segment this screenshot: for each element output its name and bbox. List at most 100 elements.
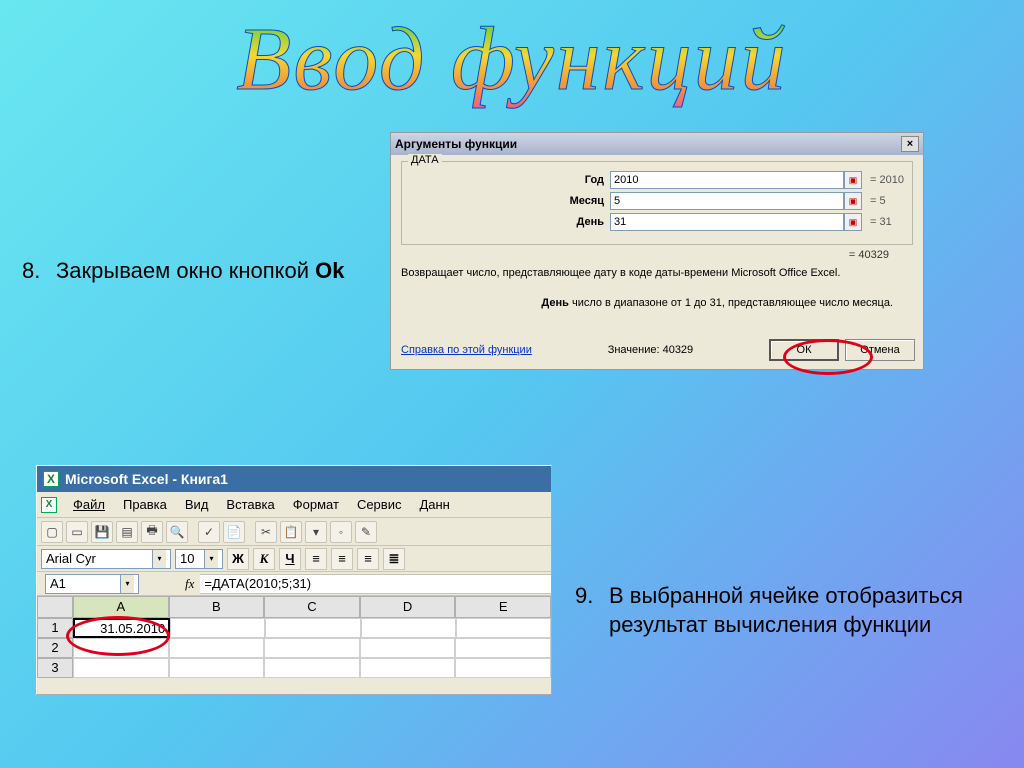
font-name-combo[interactable]: Arial Cyr▾ xyxy=(41,549,171,569)
month-result: = 5 xyxy=(870,195,886,207)
cell-e3[interactable] xyxy=(455,658,551,678)
menu-insert[interactable]: Вставка xyxy=(218,495,282,514)
close-icon[interactable]: × xyxy=(901,136,919,152)
arg-description: День число в диапазоне от 1 до 31, предс… xyxy=(401,297,913,309)
open-icon[interactable]: ▭ xyxy=(66,521,88,543)
excel-icon: X xyxy=(43,471,59,487)
align-right-icon[interactable]: ≡ xyxy=(357,548,379,570)
col-header-c[interactable]: C xyxy=(264,596,360,618)
excel-window: X Microsoft Excel - Книга1 X Файл Правка… xyxy=(36,465,552,695)
slide-title: Ввод функций xyxy=(0,0,1024,111)
excel-titlebar: X Microsoft Excel - Книга1 xyxy=(37,466,551,492)
bold-button[interactable]: Ж xyxy=(227,548,249,570)
format-toolbar: Arial Cyr▾ 10▾ Ж К Ч ≡ ≡ ≡ ≣ xyxy=(37,546,551,572)
month-input[interactable] xyxy=(610,192,844,210)
chevron-down-icon[interactable]: ▾ xyxy=(120,575,134,593)
paste-icon[interactable]: ▾ xyxy=(305,521,327,543)
cell-a2[interactable] xyxy=(73,638,169,658)
args-fieldset: ДАТА Год ▣ = 2010 Месяц ▣ = 5 День ▣ = 3… xyxy=(401,161,913,245)
bullet-9-num: 9. xyxy=(575,582,603,639)
merge-icon[interactable]: ≣ xyxy=(383,548,405,570)
cell-d2[interactable] xyxy=(360,638,456,658)
menu-edit[interactable]: Правка xyxy=(115,495,175,514)
function-description: Возвращает число, представляющее дату в … xyxy=(401,267,913,279)
bullet-8-num: 8. xyxy=(22,258,50,284)
dialog-title: Аргументы функции xyxy=(395,137,517,151)
preview-icon[interactable]: 🔍 xyxy=(166,521,188,543)
day-input[interactable] xyxy=(610,213,844,231)
row-header-2[interactable]: 2 xyxy=(37,638,73,658)
day-result: = 31 xyxy=(870,216,892,228)
workbook-icon: X xyxy=(41,497,57,513)
fx-icon[interactable]: fx xyxy=(185,576,194,592)
standard-toolbar: ▢ ▭ 💾 ▤ 🖶 🔍 ✓ 📄 ✂ 📋 ▾ ◦ ✎ xyxy=(37,518,551,546)
col-header-e[interactable]: E xyxy=(455,596,551,618)
menu-data[interactable]: Данн xyxy=(411,495,457,514)
cell-d3[interactable] xyxy=(360,658,456,678)
value-label: Значение: 40329 xyxy=(608,344,693,356)
range-picker-icon[interactable]: ▣ xyxy=(844,171,862,189)
align-left-icon[interactable]: ≡ xyxy=(305,548,327,570)
cell-b3[interactable] xyxy=(169,658,265,678)
fieldset-legend: ДАТА xyxy=(408,154,442,166)
cell-a1[interactable]: 31.05.2010 xyxy=(73,618,170,638)
day-label: День xyxy=(410,216,610,228)
bullet-8: 8. Закрываем окно кнопкой Ok xyxy=(22,258,345,284)
research-icon[interactable]: 📄 xyxy=(223,521,245,543)
range-picker-icon[interactable]: ▣ xyxy=(844,213,862,231)
chevron-down-icon[interactable]: ▾ xyxy=(204,550,218,568)
select-all-corner[interactable] xyxy=(37,596,73,618)
menu-view[interactable]: Вид xyxy=(177,495,217,514)
cell-d1[interactable] xyxy=(361,618,456,638)
menu-format[interactable]: Формат xyxy=(285,495,347,514)
chevron-down-icon[interactable]: ▾ xyxy=(152,550,166,568)
function-arguments-dialog: Аргументы функции × ДАТА Год ▣ = 2010 Ме… xyxy=(390,132,924,370)
row-header-1[interactable]: 1 xyxy=(37,618,73,638)
cell-e2[interactable] xyxy=(455,638,551,658)
undo-icon[interactable]: ✎ xyxy=(355,521,377,543)
formula-input[interactable]: =ДАТА(2010;5;31) xyxy=(200,574,551,594)
spreadsheet-grid: A B C D E 1 31.05.2010 2 3 xyxy=(37,596,551,678)
cell-c2[interactable] xyxy=(264,638,360,658)
cell-c3[interactable] xyxy=(264,658,360,678)
print-icon[interactable]: 🖶 xyxy=(141,521,163,543)
year-input[interactable] xyxy=(610,171,844,189)
cell-a3[interactable] xyxy=(73,658,169,678)
month-label: Месяц xyxy=(410,195,610,207)
col-header-a[interactable]: A xyxy=(73,596,169,618)
new-icon[interactable]: ▢ xyxy=(41,521,63,543)
spellcheck-icon[interactable]: ✓ xyxy=(198,521,220,543)
align-center-icon[interactable]: ≡ xyxy=(331,548,353,570)
underline-button[interactable]: Ч xyxy=(279,548,301,570)
col-header-d[interactable]: D xyxy=(360,596,456,618)
row-header-3[interactable]: 3 xyxy=(37,658,73,678)
excel-title: Microsoft Excel - Книга1 xyxy=(65,471,228,487)
name-box[interactable]: A1▾ xyxy=(45,574,139,594)
formatpainter-icon[interactable]: ◦ xyxy=(330,521,352,543)
formula-bar: A1▾ fx =ДАТА(2010;5;31) xyxy=(37,572,551,596)
cut-icon[interactable]: ✂ xyxy=(255,521,277,543)
cancel-button[interactable]: Отмена xyxy=(845,339,915,361)
save-icon[interactable]: 💾 xyxy=(91,521,113,543)
year-result: = 2010 xyxy=(870,174,904,186)
permission-icon[interactable]: ▤ xyxy=(116,521,138,543)
menu-file[interactable]: Файл xyxy=(65,495,113,514)
cell-c1[interactable] xyxy=(265,618,360,638)
range-picker-icon[interactable]: ▣ xyxy=(844,192,862,210)
ok-button[interactable]: ОК xyxy=(769,339,839,361)
function-result: = 40329 xyxy=(401,249,913,261)
menu-tools[interactable]: Сервис xyxy=(349,495,410,514)
bullet-9-text: В выбранной ячейке отобразиться результа… xyxy=(609,582,1024,639)
italic-button[interactable]: К xyxy=(253,548,275,570)
bullet-8-text: Закрываем окно кнопкой Ok xyxy=(56,258,345,284)
cell-e1[interactable] xyxy=(456,618,551,638)
help-link[interactable]: Справка по этой функции xyxy=(401,344,532,356)
col-header-b[interactable]: B xyxy=(169,596,265,618)
font-size-combo[interactable]: 10▾ xyxy=(175,549,223,569)
excel-menubar: X Файл Правка Вид Вставка Формат Сервис … xyxy=(37,492,551,518)
cell-b2[interactable] xyxy=(169,638,265,658)
year-label: Год xyxy=(410,174,610,186)
bullet-9: 9. В выбранной ячейке отобразиться резул… xyxy=(575,582,1024,639)
cell-b1[interactable] xyxy=(170,618,265,638)
copy-icon[interactable]: 📋 xyxy=(280,521,302,543)
